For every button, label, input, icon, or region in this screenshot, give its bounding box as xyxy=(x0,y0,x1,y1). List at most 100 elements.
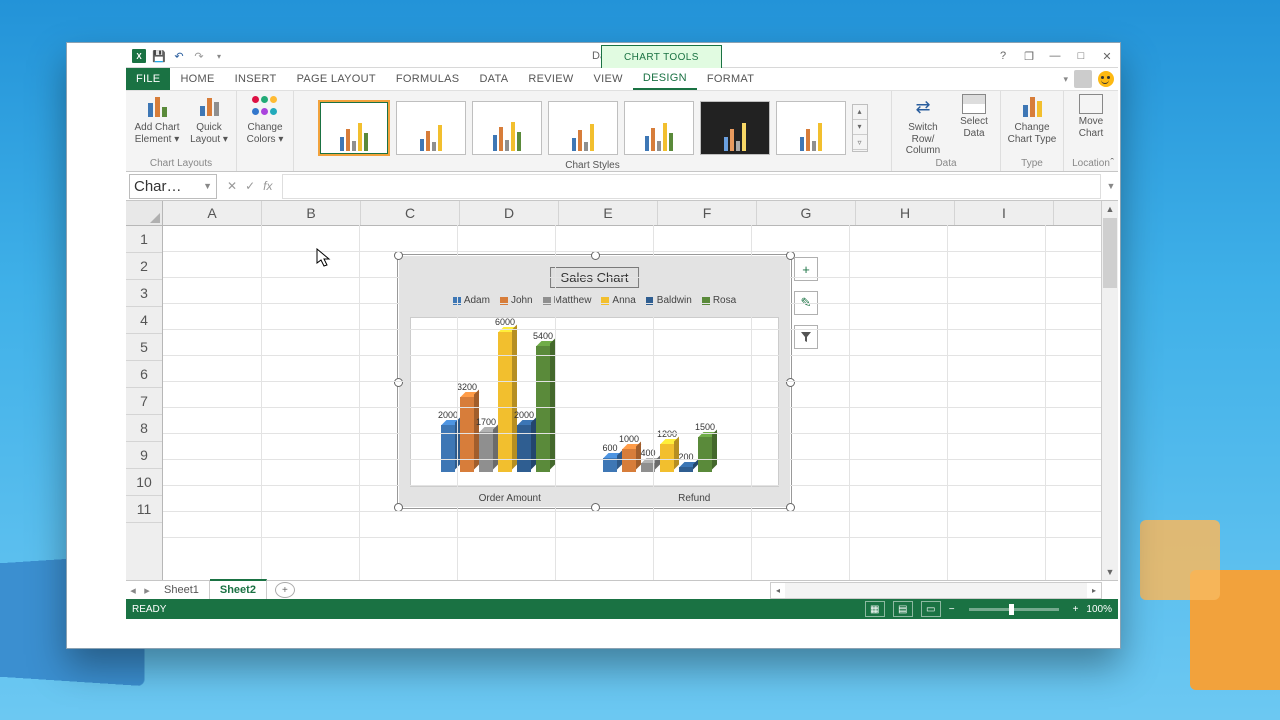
formula-input[interactable] xyxy=(282,174,1101,199)
view-normal-icon[interactable]: ▦ xyxy=(865,601,885,617)
formula-bar-expand-icon[interactable]: ▼ xyxy=(1104,181,1118,191)
group-label-data: Data xyxy=(935,157,956,171)
chart-style-5[interactable] xyxy=(624,101,694,155)
zoom-out-button[interactable]: − xyxy=(949,604,955,615)
chart-bar[interactable]: 1500 xyxy=(698,437,712,472)
tab-design[interactable]: DESIGN xyxy=(633,68,697,90)
chart-bar[interactable]: 1700 xyxy=(479,432,493,472)
move-chart-button[interactable]: Move Chart xyxy=(1070,94,1112,157)
ribbon-options-icon[interactable]: ▾ xyxy=(1063,74,1068,85)
select-data-button[interactable]: Select Data xyxy=(954,94,994,157)
column-header[interactable]: B xyxy=(262,201,361,225)
row-header[interactable]: 2 xyxy=(126,253,162,280)
contextual-tab-chart-tools: CHART TOOLS xyxy=(601,45,722,68)
change-colors-button[interactable]: Change Colors ▾ xyxy=(243,94,287,157)
chart-style-1[interactable] xyxy=(318,100,390,156)
chart-category-label: Order Amount xyxy=(479,493,541,504)
name-box-dropdown-icon[interactable]: ▼ xyxy=(203,181,212,191)
column-header[interactable]: G xyxy=(757,201,856,225)
legend-item[interactable]: Rosa xyxy=(702,295,736,306)
chart-bar[interactable]: 6000 xyxy=(498,332,512,472)
tab-view[interactable]: VIEW xyxy=(584,68,633,90)
maximize-icon[interactable]: □ xyxy=(1072,50,1090,62)
enter-formula-icon[interactable]: ✓ xyxy=(245,179,255,193)
chart-style-7[interactable] xyxy=(776,101,846,155)
qat-customize-icon[interactable]: ▾ xyxy=(212,49,226,63)
mouse-cursor-icon xyxy=(316,248,332,268)
column-header[interactable]: E xyxy=(559,201,658,225)
row-header[interactable]: 4 xyxy=(126,307,162,334)
chart-bar[interactable]: 5400 xyxy=(536,346,550,472)
tab-format[interactable]: FORMAT xyxy=(697,68,764,90)
chart-styles-scroll[interactable]: ▴▾▿ xyxy=(852,104,868,152)
column-header[interactable]: A xyxy=(163,201,262,225)
change-chart-type-button[interactable]: Change Chart Type xyxy=(1007,94,1057,157)
row-header[interactable]: 11 xyxy=(126,496,162,523)
row-header[interactable]: 6 xyxy=(126,361,162,388)
chart-bar[interactable]: 3200 xyxy=(460,397,474,472)
chart-bar[interactable]: 600 xyxy=(603,458,617,472)
sheet-tab-sheet2[interactable]: Sheet2 xyxy=(210,579,267,599)
save-icon[interactable]: 💾 xyxy=(152,49,166,63)
account-icon[interactable] xyxy=(1074,70,1092,88)
tab-formulas[interactable]: FORMULAS xyxy=(386,68,470,90)
chart-bar[interactable]: 200 xyxy=(679,467,693,472)
tab-home[interactable]: HOME xyxy=(170,68,224,90)
tab-page-layout[interactable]: PAGE LAYOUT xyxy=(287,68,386,90)
row-header[interactable]: 3 xyxy=(126,280,162,307)
chart-plot-area[interactable]: 2000320017006000200054006001000400120020… xyxy=(410,317,779,487)
zoom-slider[interactable] xyxy=(969,608,1059,611)
column-header[interactable]: D xyxy=(460,201,559,225)
cells-area[interactable]: Sales Chart AdamJohnMatthewAnnaBaldwinRo… xyxy=(163,225,1101,580)
collapse-ribbon-icon[interactable]: ˆ xyxy=(1110,157,1114,169)
tab-review[interactable]: REVIEW xyxy=(518,68,583,90)
row-header[interactable]: 1 xyxy=(126,226,162,253)
legend-item[interactable]: John xyxy=(500,295,533,306)
chart-style-4[interactable] xyxy=(548,101,618,155)
view-page-layout-icon[interactable]: ▤ xyxy=(893,601,913,617)
column-header[interactable]: F xyxy=(658,201,757,225)
undo-icon[interactable]: ↶ xyxy=(172,49,186,63)
row-header[interactable]: 10 xyxy=(126,469,162,496)
column-header[interactable]: H xyxy=(856,201,955,225)
feedback-smiley-icon[interactable] xyxy=(1098,71,1114,87)
chart-style-3[interactable] xyxy=(472,101,542,155)
cancel-formula-icon[interactable]: ✕ xyxy=(227,179,237,193)
redo-icon[interactable]: ↷ xyxy=(192,49,206,63)
view-page-break-icon[interactable]: ▭ xyxy=(921,601,941,617)
zoom-level[interactable]: 100% xyxy=(1086,604,1112,615)
sheet-nav-next-icon[interactable]: ▸ xyxy=(140,584,154,597)
ribbon-display-icon[interactable]: ❐ xyxy=(1020,50,1038,63)
chart-style-2[interactable] xyxy=(396,101,466,155)
row-header[interactable]: 8 xyxy=(126,415,162,442)
close-icon[interactable]: ✕ xyxy=(1098,50,1116,63)
add-chart-element-button[interactable]: Add Chart Element ▾ xyxy=(132,94,182,157)
sheet-tab-sheet1[interactable]: Sheet1 xyxy=(154,581,210,599)
horizontal-scrollbar[interactable]: ◂▸ xyxy=(770,582,1102,599)
fx-icon[interactable]: fx xyxy=(263,179,272,193)
chart-bar[interactable]: 1000 xyxy=(622,449,636,472)
row-header[interactable]: 5 xyxy=(126,334,162,361)
vertical-scrollbar[interactable]: ▲▼ xyxy=(1101,201,1118,580)
chart-bar[interactable]: 1200 xyxy=(660,444,674,472)
select-all-corner[interactable] xyxy=(126,201,162,226)
legend-item[interactable]: Anna xyxy=(601,295,635,306)
row-header[interactable]: 7 xyxy=(126,388,162,415)
name-box[interactable]: Char… ▼ xyxy=(129,174,217,199)
tab-file[interactable]: FILE xyxy=(126,68,170,90)
column-header[interactable]: C xyxy=(361,201,460,225)
row-header[interactable]: 9 xyxy=(126,442,162,469)
minimize-icon[interactable]: — xyxy=(1046,50,1064,62)
chart-style-6[interactable] xyxy=(700,101,770,155)
tab-insert[interactable]: INSERT xyxy=(225,68,287,90)
legend-item[interactable]: Adam xyxy=(453,295,490,306)
column-header[interactable]: I xyxy=(955,201,1054,225)
tab-data[interactable]: DATA xyxy=(469,68,518,90)
help-icon[interactable]: ? xyxy=(994,50,1012,62)
zoom-in-button[interactable]: + xyxy=(1073,604,1079,615)
quick-layout-button[interactable]: Quick Layout ▾ xyxy=(188,94,230,157)
sheet-nav-prev-icon[interactable]: ◂ xyxy=(126,584,140,597)
legend-item[interactable]: Matthew xyxy=(543,295,592,306)
new-sheet-button[interactable]: + xyxy=(275,582,295,598)
switch-row-column-button[interactable]: ⇄ Switch Row/ Column xyxy=(898,94,948,157)
